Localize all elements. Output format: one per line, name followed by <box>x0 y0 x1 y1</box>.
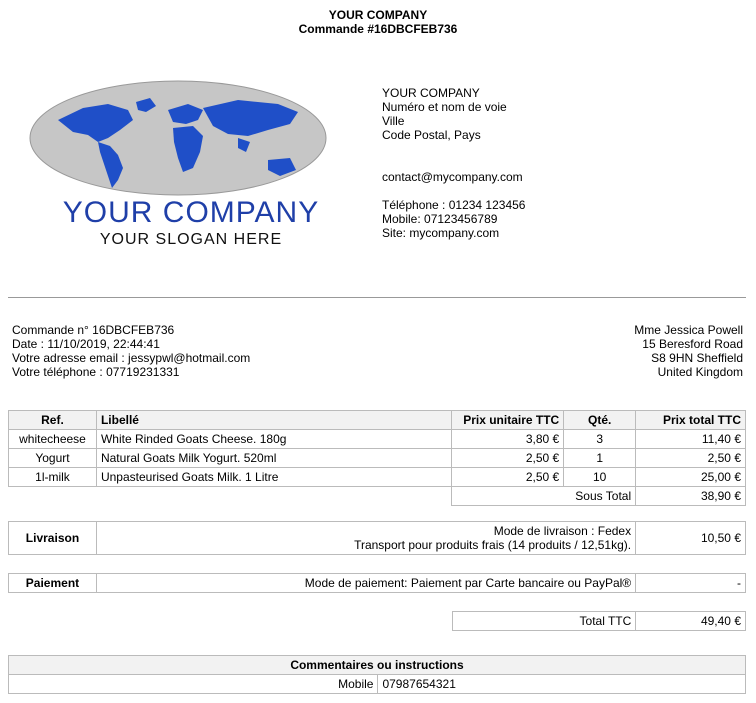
company-email[interactable]: contact@mycompany.com <box>382 170 523 184</box>
col-total-price: Prix total TTC <box>635 410 746 430</box>
header-company: YOUR COMPANY <box>328 8 428 22</box>
customer-name: Mme Jessica Powell <box>634 323 743 337</box>
col-unit-price: Prix unitaire TTC <box>451 410 565 430</box>
shipping-mode: Mode de livraison : Fedex <box>493 524 632 538</box>
comments-table: Commentaires ou instructions Mobile 0798… <box>7 655 746 694</box>
items-header-row: Ref. Libellé Prix unitaire TTC Qté. Prix… <box>8 410 746 430</box>
customer-address: Mme Jessica Powell 15 Beresford Road S8 … <box>634 323 743 379</box>
company-city: Ville <box>382 114 405 128</box>
item-ref: whitecheese <box>8 429 97 449</box>
comments-value: 07987654321 <box>377 674 746 694</box>
item-unit-price: 2,50 € <box>451 467 565 487</box>
total-amount: 49,40 € <box>635 611 746 631</box>
shipping-table: Livraison Mode de livraison : Fedex Tran… <box>8 521 746 555</box>
order-date: Date : 11/10/2019, 22:44:41 <box>12 337 160 351</box>
item-total: 2,50 € <box>635 448 746 468</box>
payment-mode: Mode de paiement: Paiement par Carte ban… <box>95 573 637 593</box>
col-qty: Qté. <box>563 410 637 430</box>
total-table: Total TTC 49,40 € <box>451 611 746 631</box>
col-label: Libellé <box>95 410 453 430</box>
company-site[interactable]: Site: mycompany.com <box>382 226 525 240</box>
customer-city: S8 9HN Sheffield <box>651 351 743 365</box>
separator <box>8 297 746 298</box>
item-unit-price: 3,80 € <box>451 429 565 449</box>
item-total: 25,00 € <box>635 467 746 487</box>
subtotal-label: Sous Total <box>451 486 637 506</box>
item-unit-price: 2,50 € <box>451 448 565 468</box>
table-row: 1l-milk Unpasteurised Goats Milk. 1 Litr… <box>8 467 746 487</box>
order-info: Commande n° 16DBCFEB736 Date : 11/10/201… <box>12 323 250 379</box>
company-name: YOUR COMPANY <box>382 86 480 100</box>
payment-amount: - <box>635 573 746 593</box>
logo-slogan: YOUR SLOGAN HERE <box>99 231 283 248</box>
total-label: Total TTC <box>451 611 637 631</box>
item-label: Unpasteurised Goats Milk. 1 Litre <box>95 467 453 487</box>
payment-table: Paiement Mode de paiement: Paiement par … <box>8 573 746 593</box>
item-label: White Rinded Goats Cheese. 180g <box>95 429 453 449</box>
order-email: Votre adresse email : jessypwl@hotmail.c… <box>12 351 251 365</box>
col-ref: Ref. <box>8 410 97 430</box>
company-street: Numéro et nom de voie <box>382 100 507 114</box>
customer-country: United Kingdom <box>657 365 743 379</box>
item-qty: 1 <box>563 448 637 468</box>
item-total: 11,40 € <box>635 429 746 449</box>
item-label: Natural Goats Milk Yogurt. 520ml <box>95 448 453 468</box>
company-address: YOUR COMPANY Numéro et nom de voie Ville… <box>382 86 507 142</box>
table-row: Yogurt Natural Goats Milk Yogurt. 520ml … <box>8 448 746 468</box>
payment-label: Paiement <box>8 573 97 593</box>
order-phone: Votre téléphone : 07719231331 <box>12 365 180 379</box>
item-qty: 3 <box>563 429 637 449</box>
shipping-label: Livraison <box>8 521 97 555</box>
company-phone: Téléphone : 01234 123456 <box>382 198 526 212</box>
shipping-amount: 10,50 € <box>635 521 746 555</box>
item-ref: Yogurt <box>8 448 97 468</box>
customer-street: 15 Beresford Road <box>642 337 743 351</box>
comments-title: Commentaires ou instructions <box>8 655 746 675</box>
comments-key: Mobile <box>7 674 379 694</box>
subtotal-row: Sous Total 38,90 € <box>8 486 746 506</box>
subtotal-value: 38,90 € <box>635 486 746 506</box>
order-number: Commande n° 16DBCFEB736 <box>12 323 175 337</box>
table-row: whitecheese White Rinded Goats Cheese. 1… <box>8 429 746 449</box>
shipping-detail: Transport pour produits frais (14 produi… <box>354 538 632 552</box>
item-qty: 10 <box>563 467 637 487</box>
company-postal: Code Postal, Pays <box>382 128 481 142</box>
order-title: Commande #16DBCFEB736 <box>298 22 458 36</box>
logo-company-name: YOUR COMPANY <box>62 196 320 229</box>
company-mobile: Mobile: 07123456789 <box>382 212 498 226</box>
items-table: Ref. Libellé Prix unitaire TTC Qté. Prix… <box>8 410 746 506</box>
item-ref: 1l-milk <box>8 467 97 487</box>
company-contact: Téléphone : 01234 123456 Mobile: 0712345… <box>382 198 525 240</box>
